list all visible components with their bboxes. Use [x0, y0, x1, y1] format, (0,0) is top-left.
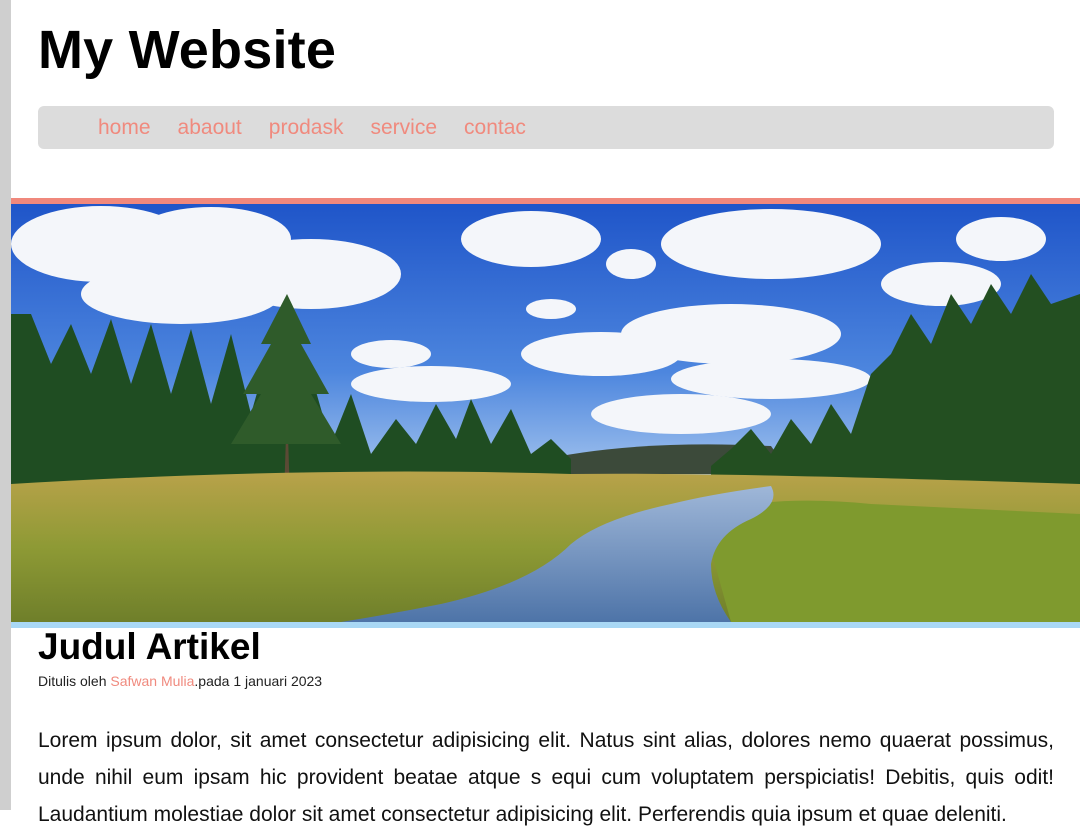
article-body: Lorem ipsum dolor, sit amet consectetur …: [38, 729, 1054, 826]
left-edge-bar: [0, 0, 11, 810]
article-meta: Ditulis oleh Safwan Mulia.pada 1 januari…: [38, 672, 322, 690]
main-nav: home abaout prodask service contac: [38, 106, 1054, 149]
nav-link-about[interactable]: abaout: [178, 116, 242, 139]
page: My Website home abaout prodask service c…: [11, 0, 1080, 826]
nav-link-home[interactable]: home: [98, 116, 151, 139]
article-title: Judul Artikel: [38, 626, 261, 667]
nav-link-products[interactable]: prodask: [269, 116, 344, 139]
meta-prefix: Ditulis oleh: [38, 673, 111, 689]
site-title: My Website: [38, 20, 337, 80]
nav-link-service[interactable]: service: [370, 116, 437, 139]
meta-date: .pada 1 januari 2023: [194, 673, 323, 689]
hero-image: [11, 198, 1080, 628]
nav-link-contact[interactable]: contac: [464, 116, 526, 139]
landscape-illustration: [11, 204, 1080, 622]
author-link[interactable]: Safwan Mulia: [110, 673, 194, 689]
